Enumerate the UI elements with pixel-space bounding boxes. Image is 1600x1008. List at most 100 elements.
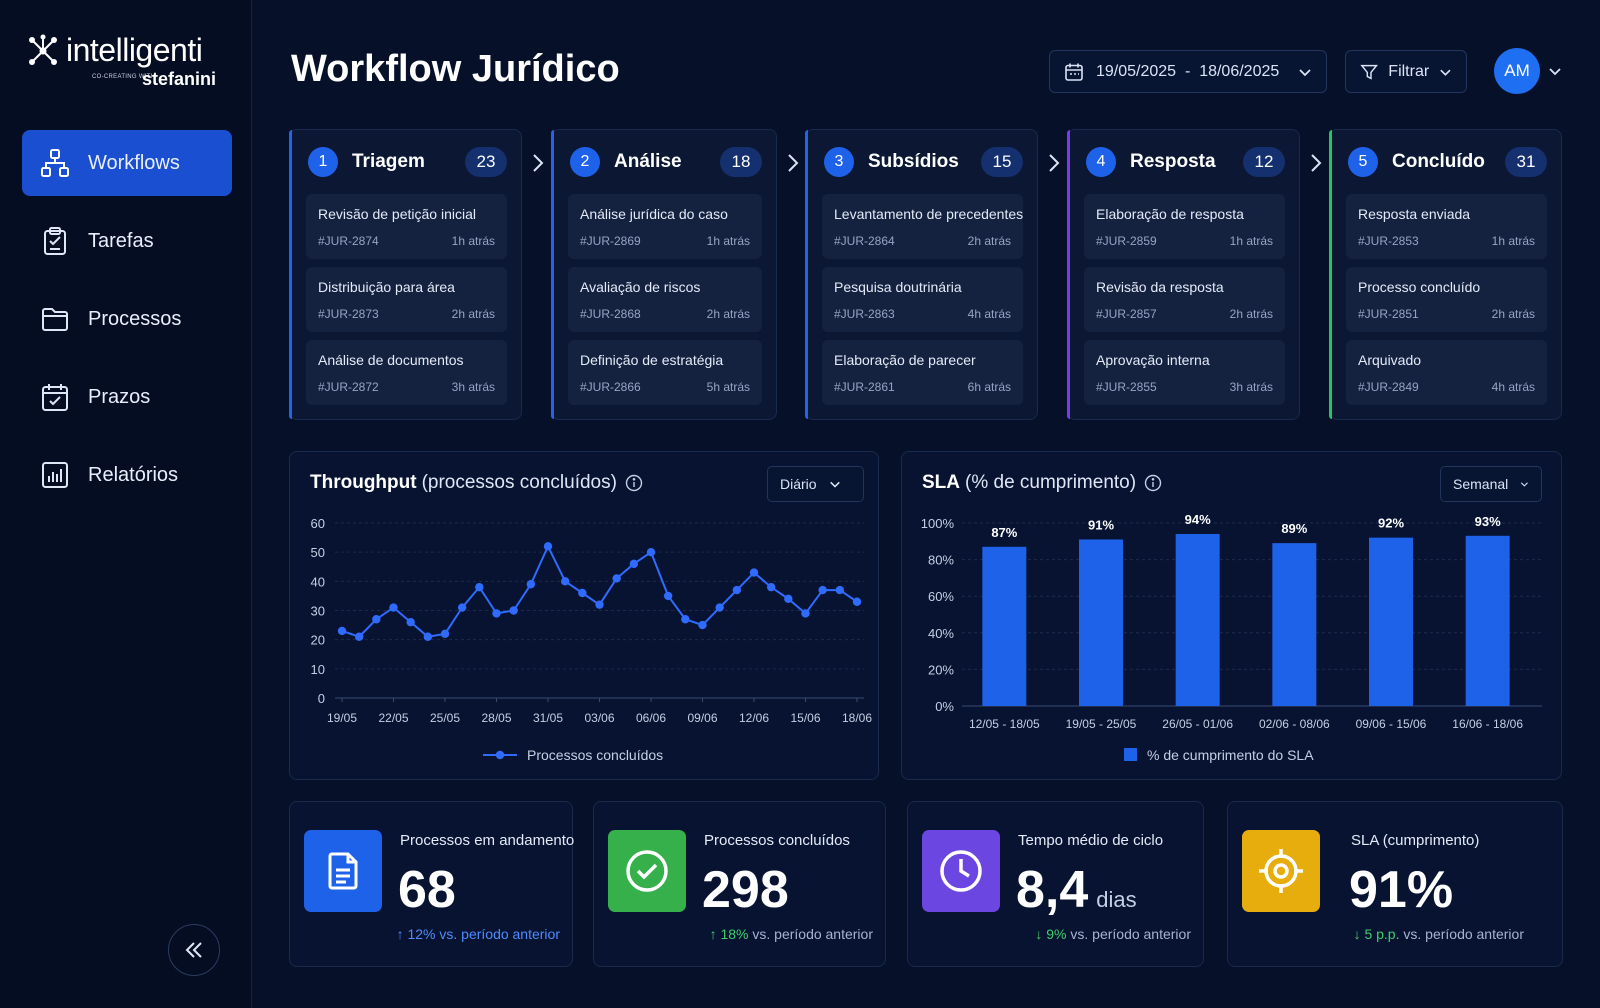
sla-bar[interactable] — [1272, 543, 1317, 706]
data-point[interactable] — [492, 609, 501, 618]
calendar-check-icon — [42, 384, 68, 411]
chevron-right-icon — [533, 154, 544, 172]
filter-button[interactable]: Filtrar — [1345, 50, 1467, 93]
data-point[interactable] — [423, 632, 433, 641]
data-point[interactable] — [372, 615, 381, 624]
data-point[interactable] — [389, 603, 398, 612]
task-card[interactable]: Elaboração de resposta #JUR-2859 1h atrás — [1084, 194, 1285, 259]
data-point[interactable] — [715, 603, 724, 612]
kpi-card[interactable]: Processos em andamento 68 ↑ 12% vs. períod… — [289, 801, 575, 967]
stage-header[interactable]: 5 Concluído 31 — [1348, 147, 1547, 177]
data-point[interactable] — [852, 597, 862, 606]
data-point[interactable] — [475, 582, 484, 592]
y-tick-label: 40% — [928, 626, 954, 641]
data-point[interactable] — [646, 547, 656, 557]
task-card[interactable]: Análise jurídica do caso #JUR-2869 1h atrá… — [568, 194, 762, 259]
data-point[interactable] — [698, 620, 707, 630]
data-point[interactable] — [732, 585, 742, 595]
data-point[interactable] — [766, 582, 776, 592]
data-point[interactable] — [406, 617, 415, 627]
brand-logo[interactable]: intelligenti co-creating with stefanini — [26, 32, 226, 94]
filter-icon — [1360, 64, 1378, 80]
task-id: #JUR-2861 — [834, 380, 895, 394]
task-card[interactable]: Elaboração de parecer #JUR-2861 6h atrás — [822, 340, 1023, 405]
sidebar-item-tarefas[interactable]: Tarefas — [22, 208, 232, 274]
data-point[interactable] — [629, 559, 639, 569]
task-card[interactable]: Distribuição para área #JUR-2873 2h atrás — [306, 267, 507, 332]
data-point[interactable] — [457, 603, 467, 612]
task-card[interactable]: Processo concluído #JUR-2851 2h atrás — [1346, 267, 1547, 332]
sla-bar[interactable] — [982, 546, 1027, 706]
task-card[interactable]: Arquivado #JUR-2849 4h atrás — [1346, 340, 1547, 405]
x-tick-label: 03/06 — [584, 711, 614, 725]
data-point[interactable] — [835, 585, 845, 595]
kpi-value-number: 298 — [702, 861, 789, 919]
bar-chart-icon — [42, 462, 68, 488]
filter-label: Filtrar — [1388, 62, 1430, 80]
data-point[interactable] — [526, 580, 536, 589]
sidebar-item-label: Relatórios — [88, 463, 179, 486]
data-point[interactable] — [784, 594, 793, 604]
kpi-icon-tile — [608, 830, 686, 912]
sidebar-item-relatorios[interactable]: Relatórios — [22, 442, 232, 508]
sla-bar[interactable] — [1369, 537, 1413, 706]
task-id: #JUR-2851 — [1358, 307, 1419, 321]
data-point[interactable] — [337, 626, 347, 636]
task-card[interactable]: Resposta enviada #JUR-2853 1h atrás — [1346, 194, 1547, 259]
kpi-icon-tile — [922, 830, 1000, 912]
data-point[interactable] — [595, 600, 604, 609]
kpi-card[interactable]: SLA (cumprimento) 91% ↓ 5 p.p. vs. período… — [1227, 801, 1563, 967]
stage-name: Concluído — [1392, 151, 1485, 172]
bar-data-label: 89% — [1281, 521, 1307, 536]
stage-name: Resposta — [1130, 151, 1216, 172]
x-tick-label: 09/06 — [687, 711, 717, 725]
task-card[interactable]: Revisão de petição inicial #JUR-2874 1h at… — [306, 194, 507, 259]
stage-header[interactable]: 2 Análise 18 — [570, 147, 762, 177]
data-point[interactable] — [801, 609, 810, 618]
data-point[interactable] — [612, 574, 621, 583]
data-point[interactable] — [681, 615, 690, 624]
sla-bar[interactable] — [1079, 539, 1123, 706]
sidebar-item-label: Processos — [88, 307, 182, 330]
kpi-label: Processos em andamento — [400, 832, 575, 849]
data-point[interactable] — [663, 591, 673, 601]
stage-number-badge: 1 — [308, 147, 338, 177]
sidebar-item-workflows[interactable]: Workflows — [22, 130, 232, 196]
task-time: 5h atrás — [706, 380, 750, 394]
kpi-trend-text: vs. período anterior — [435, 926, 560, 942]
data-point[interactable] — [509, 606, 518, 615]
sla-bar[interactable] — [1465, 535, 1510, 706]
sidebar-item-processos[interactable]: Processos — [22, 286, 232, 352]
legend-swatch — [1124, 748, 1137, 761]
task-card[interactable]: Pesquisa doutrinária #JUR-2863 4h atrás — [822, 267, 1023, 332]
stage-header[interactable]: 3 Subsídios 15 — [824, 147, 1023, 177]
data-point[interactable] — [543, 542, 553, 551]
task-card[interactable]: Revisão da resposta #JUR-2857 2h atrás — [1084, 267, 1285, 332]
data-point[interactable] — [818, 585, 827, 595]
date-range-picker[interactable]: 19/05/2025 - 18/06/2025 — [1049, 50, 1327, 93]
data-point[interactable] — [578, 588, 587, 598]
sla-bar[interactable] — [1175, 533, 1220, 706]
x-tick-label: 18/06 — [842, 711, 872, 725]
kpi-value: 8,4 dias — [1016, 860, 1137, 920]
user-avatar[interactable]: AM — [1494, 48, 1540, 94]
kpi-card[interactable]: Tempo médio de ciclo 8,4 dias ↓ 9% vs. perí… — [907, 801, 1204, 967]
data-point[interactable] — [749, 568, 759, 577]
chevron-right-icon — [788, 154, 799, 172]
task-card[interactable]: Avaliação de riscos #JUR-2868 2h atrás — [568, 267, 762, 332]
task-card[interactable]: Aprovação interna #JUR-2855 3h atrás — [1084, 340, 1285, 405]
kpi-card[interactable]: Processos concluídos 298 ↑ 18% vs. período… — [593, 801, 886, 967]
kpi-trend-value: 5 p.p. — [1364, 926, 1400, 942]
data-point[interactable] — [440, 629, 450, 639]
task-card[interactable]: Levantamento de precedentes #JUR-2864 2h a… — [822, 194, 1023, 259]
chevron-down-icon[interactable] — [1548, 64, 1562, 78]
collapse-sidebar-button[interactable] — [168, 924, 220, 976]
kpi-trend-value: 9% — [1046, 926, 1067, 942]
data-point[interactable] — [354, 632, 364, 641]
sidebar-item-prazos[interactable]: Prazos — [22, 364, 232, 430]
data-point[interactable] — [560, 577, 570, 586]
task-card[interactable]: Análise de documentos #JUR-2872 3h atrás — [306, 340, 507, 405]
stage-header[interactable]: 4 Resposta 12 — [1086, 147, 1285, 177]
task-card[interactable]: Definição de estratégia #JUR-2866 5h atrás — [568, 340, 762, 405]
stage-header[interactable]: 1 Triagem 23 — [308, 147, 507, 177]
